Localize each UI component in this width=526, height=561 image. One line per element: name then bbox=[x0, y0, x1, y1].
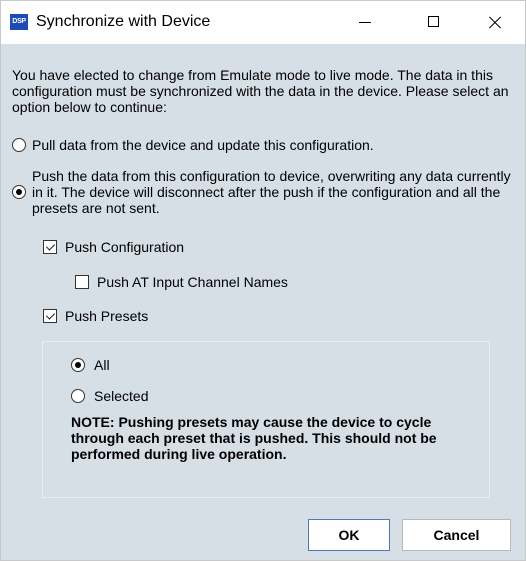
pull-data-radio[interactable] bbox=[12, 138, 26, 152]
dsp-app-icon: DSP bbox=[10, 14, 28, 30]
push-configuration-checkbox[interactable] bbox=[43, 240, 57, 254]
push-at-names-checkbox[interactable] bbox=[75, 275, 89, 289]
pull-data-label: Pull data from the device and update thi… bbox=[32, 137, 374, 153]
selected-presets-radio[interactable] bbox=[71, 389, 85, 403]
window-title: Synchronize with Device bbox=[36, 13, 211, 30]
dialog-body: You have elected to change from Emulate … bbox=[1, 44, 525, 560]
title-bar: DSP Synchronize with Device bbox=[1, 1, 525, 44]
push-presets-note: NOTE: Pushing presets may cause the devi… bbox=[71, 414, 437, 462]
push-data-label: Push the data from this configuration to… bbox=[32, 168, 511, 216]
push-presets-checkbox[interactable] bbox=[43, 309, 57, 323]
ok-button[interactable]: OK bbox=[308, 519, 390, 551]
all-presets-radio[interactable] bbox=[71, 358, 85, 372]
intro-text: You have elected to change from Emulate … bbox=[12, 67, 509, 115]
all-presets-label: All bbox=[94, 357, 110, 373]
maximize-button[interactable] bbox=[411, 1, 457, 44]
synchronize-dialog: DSP Synchronize with Device You have ele… bbox=[0, 0, 526, 561]
minimize-button[interactable] bbox=[342, 1, 388, 44]
push-at-names-label: Push AT Input Channel Names bbox=[97, 274, 288, 290]
push-data-radio[interactable] bbox=[12, 185, 26, 199]
push-presets-label: Push Presets bbox=[65, 308, 149, 324]
push-configuration-label: Push Configuration bbox=[65, 239, 185, 255]
cancel-button[interactable]: Cancel bbox=[402, 519, 511, 551]
close-button[interactable] bbox=[471, 1, 517, 44]
selected-presets-label: Selected bbox=[94, 388, 149, 404]
